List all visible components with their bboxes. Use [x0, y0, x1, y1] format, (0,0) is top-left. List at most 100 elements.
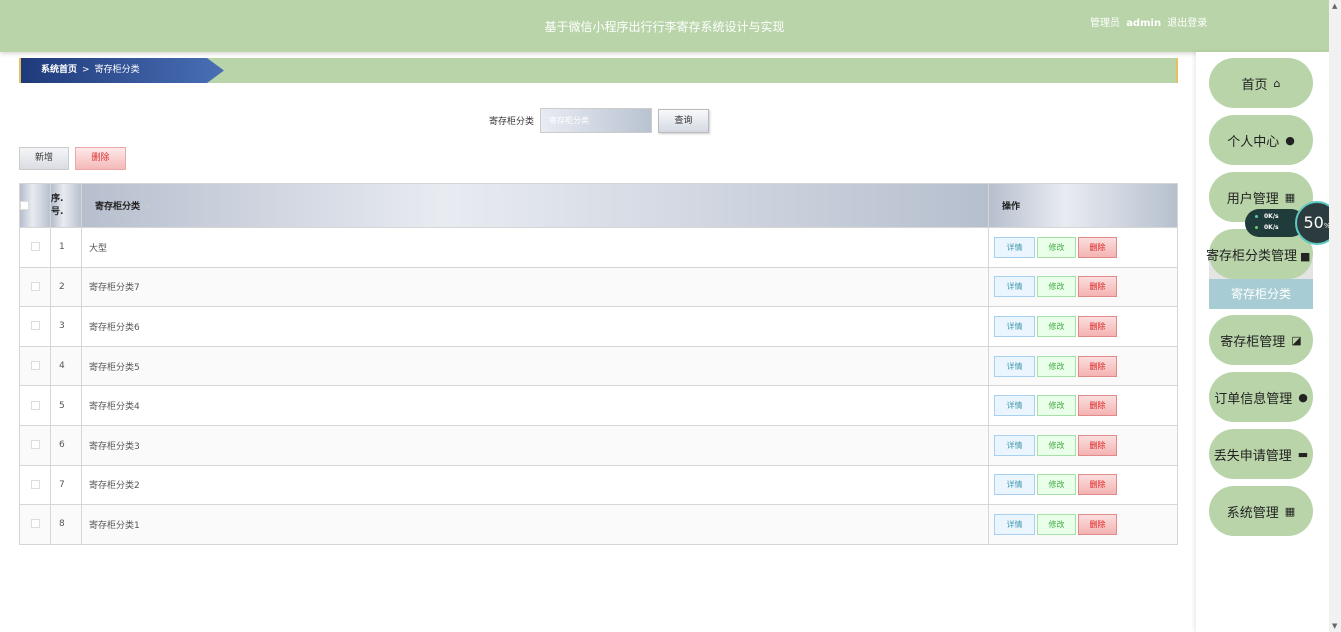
top-header: 基于微信小程序出行行李寄存系统设计与实现 管理员 admin 退出登录 — [0, 0, 1329, 52]
download-speed: 0K/s — [1255, 224, 1279, 231]
delete-button[interactable]: 删除 — [1078, 474, 1117, 496]
delete-button[interactable]: 删除 — [1078, 355, 1117, 377]
delete-button[interactable]: 删除 — [1078, 315, 1117, 337]
select-all-checkbox[interactable] — [20, 200, 29, 210]
grid-icon: ▦ — [1284, 504, 1296, 518]
batch-delete-button[interactable]: 删除 — [75, 147, 126, 170]
sidebar-item-orders[interactable]: 订单信息管理 ● — [1209, 372, 1313, 422]
chart-icon: ◪ — [1291, 333, 1302, 347]
row-checkbox[interactable] — [30, 519, 40, 529]
edit-button[interactable]: 修改 — [1037, 236, 1076, 258]
table-row: 2 寄存柜分类7 详情 修改 删除 — [19, 266, 1178, 308]
edit-button[interactable]: 修改 — [1037, 315, 1076, 337]
select-all-cell — [19, 183, 51, 228]
sidebar-item-loss-requests[interactable]: 丢失申请管理 ▬ — [1209, 429, 1313, 479]
breadcrumb-home[interactable]: 系统首页 — [41, 65, 77, 75]
row-checkbox[interactable] — [30, 281, 40, 291]
upload-speed-value: 0K/s — [1264, 213, 1279, 220]
row-checkbox[interactable] — [30, 361, 40, 371]
index-header: 序. 号. — [50, 183, 82, 228]
row-index: 6 — [50, 424, 82, 466]
search-bar: 寄存柜分类 寄存柜分类 查询 — [489, 108, 710, 133]
detail-button[interactable]: 详情 — [994, 355, 1035, 377]
row-select-cell — [19, 504, 51, 545]
delete-button[interactable]: 删除 — [1078, 236, 1117, 258]
row-index: 1 — [50, 227, 82, 268]
sort-icon[interactable]: ⇕ — [144, 202, 152, 212]
row-checkbox[interactable] — [30, 242, 40, 252]
edit-button[interactable]: 修改 — [1037, 513, 1076, 535]
home-icon: ⌂ — [1273, 76, 1281, 90]
table-row: 7 寄存柜分类2 详情 修改 删除 — [19, 464, 1178, 506]
row-checkbox[interactable] — [30, 321, 40, 331]
detail-button[interactable]: 详情 — [994, 434, 1035, 456]
row-select-cell — [19, 385, 51, 426]
sidebar-item-label: 订单信息管理 — [1214, 391, 1293, 407]
scroll-up-icon[interactable]: ▲ — [1332, 2, 1337, 10]
upload-speed: 0K/s — [1255, 213, 1279, 220]
row-index: 2 — [50, 266, 82, 308]
sidebar-item-label: 寄存柜分类管理 — [1206, 248, 1298, 264]
sidebar-item-home[interactable]: 首页 ⌂ — [1209, 58, 1313, 108]
sidebar: 首页 ⌂ 个人中心 ● 用户管理 ▦ 寄存柜分类管理 ■ 寄存柜分类 寄存柜管理 ◪ 订单… — [1196, 52, 1329, 632]
search-button[interactable]: 查询 — [658, 108, 710, 133]
data-table: 序. 号. 寄存柜分类 ⇕ 操作 1 大型 详情 修改 删除 2 寄存柜分类7 详情 修改 删除 3 寄存… — [19, 183, 1178, 545]
percent-value: 50 — [1303, 213, 1324, 232]
row-checkbox[interactable] — [30, 440, 40, 450]
edit-button[interactable]: 修改 — [1037, 276, 1076, 298]
sidebar-item-label-wrap: 寄存柜分类管理 ■ — [1206, 245, 1310, 264]
row-index: 4 — [50, 345, 82, 387]
logout-link[interactable]: 退出登录 — [1167, 18, 1207, 29]
detail-button[interactable]: 详情 — [994, 474, 1035, 496]
breadcrumb-current: 寄存柜分类 — [94, 65, 140, 75]
row-name: 寄存柜分类1 — [81, 504, 989, 545]
row-select-cell — [19, 345, 51, 387]
user-box: 管理员 admin 退出登录 — [1090, 14, 1207, 29]
detail-button[interactable]: 详情 — [994, 395, 1035, 417]
edit-button[interactable]: 修改 — [1037, 395, 1076, 417]
row-actions: 详情 修改 删除 — [988, 424, 1178, 466]
delete-button[interactable]: 删除 — [1078, 434, 1117, 456]
table-header-row: 序. 号. 寄存柜分类 ⇕ 操作 — [19, 183, 1178, 228]
scroll-down-icon[interactable]: ▼ — [1332, 622, 1337, 630]
row-actions: 详情 修改 删除 — [988, 227, 1178, 268]
edit-button[interactable]: 修改 — [1037, 434, 1076, 456]
row-name: 大型 — [81, 227, 989, 268]
row-select-cell — [19, 266, 51, 308]
delete-button[interactable]: 删除 — [1078, 395, 1117, 417]
briefcase-icon: ▬ — [1297, 447, 1309, 461]
sidebar-item-label: 系统管理 — [1226, 505, 1279, 521]
page-scrollbar[interactable]: ▲ ▼ — [1329, 0, 1341, 632]
search-input[interactable]: 寄存柜分类 — [540, 108, 653, 133]
user-icon: ● — [1285, 133, 1295, 147]
sidebar-item-label: 丢失申请管理 — [1213, 448, 1292, 464]
row-index: 7 — [50, 464, 82, 506]
name-header[interactable]: 寄存柜分类 ⇕ — [81, 183, 989, 228]
delete-button[interactable]: 删除 — [1078, 276, 1117, 298]
download-speed-value: 0K/s — [1264, 224, 1279, 231]
sidebar-item-profile[interactable]: 个人中心 ● — [1209, 115, 1313, 165]
row-actions: 详情 修改 删除 — [988, 464, 1178, 506]
table-row: 5 寄存柜分类4 详情 修改 删除 — [19, 385, 1178, 426]
sidebar-item-label: 首页 — [1241, 77, 1268, 93]
detail-button[interactable]: 详情 — [994, 315, 1035, 337]
row-actions: 详情 修改 删除 — [988, 306, 1178, 347]
row-checkbox[interactable] — [30, 400, 40, 410]
sidebar-item-system[interactable]: 系统管理 ▦ — [1209, 486, 1313, 536]
detail-button[interactable]: 详情 — [994, 236, 1035, 258]
edit-button[interactable]: 修改 — [1037, 474, 1076, 496]
add-button[interactable]: 新增 — [19, 147, 69, 170]
network-speed-widget[interactable]: 0K/s 0K/s 50% — [1245, 201, 1341, 245]
row-actions: 详情 修改 删除 — [988, 266, 1178, 308]
sidebar-subitem-locker-category[interactable]: 寄存柜分类 — [1209, 279, 1313, 309]
detail-button[interactable]: 详情 — [994, 513, 1035, 535]
row-checkbox[interactable] — [30, 479, 40, 489]
detail-button[interactable]: 详情 — [994, 276, 1035, 298]
download-dot-icon — [1255, 226, 1258, 229]
row-name: 寄存柜分类2 — [81, 464, 989, 506]
index-header-line2: 号. — [51, 206, 64, 217]
sidebar-item-lockers[interactable]: 寄存柜管理 ◪ — [1209, 315, 1313, 365]
edit-button[interactable]: 修改 — [1037, 355, 1076, 377]
row-select-cell — [19, 424, 51, 466]
delete-button[interactable]: 删除 — [1078, 513, 1117, 535]
